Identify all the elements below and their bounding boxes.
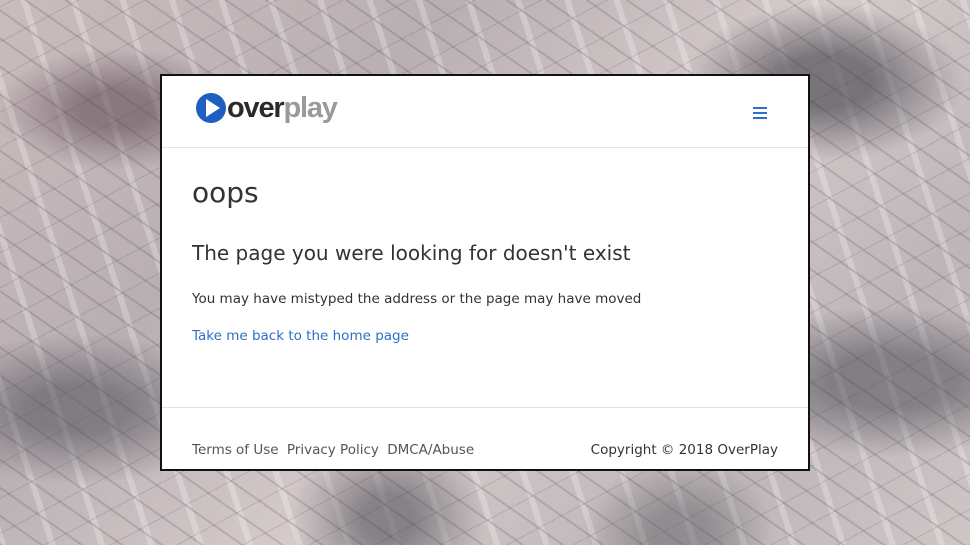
- home-page-link[interactable]: Take me back to the home page: [192, 327, 409, 345]
- error-subtitle: The page you were looking for doesn't ex…: [192, 241, 631, 265]
- error-description: You may have mistyped the address or the…: [192, 291, 642, 307]
- hamburger-menu-icon[interactable]: [750, 105, 772, 121]
- site-footer: Terms of Use Privacy Policy DMCA/Abuse C…: [162, 407, 808, 470]
- privacy-policy-link[interactable]: Privacy Policy: [287, 442, 379, 458]
- site-header: overplay: [162, 76, 808, 148]
- logo-text-over: over: [227, 92, 285, 124]
- error-page-card: overplay oops The page you were looking …: [160, 74, 810, 471]
- page-title: oops: [192, 176, 259, 209]
- logo-wordmark: overplay: [227, 92, 338, 124]
- terms-of-use-link[interactable]: Terms of Use: [192, 442, 279, 458]
- logo-text-play: play: [283, 92, 337, 124]
- play-circle-icon: [196, 93, 226, 123]
- dmca-abuse-link[interactable]: DMCA/Abuse: [387, 442, 474, 458]
- overplay-logo[interactable]: overplay: [195, 92, 338, 124]
- footer-links: Terms of Use Privacy Policy DMCA/Abuse: [192, 441, 478, 459]
- copyright-text: Copyright © 2018 OverPlay: [590, 442, 778, 458]
